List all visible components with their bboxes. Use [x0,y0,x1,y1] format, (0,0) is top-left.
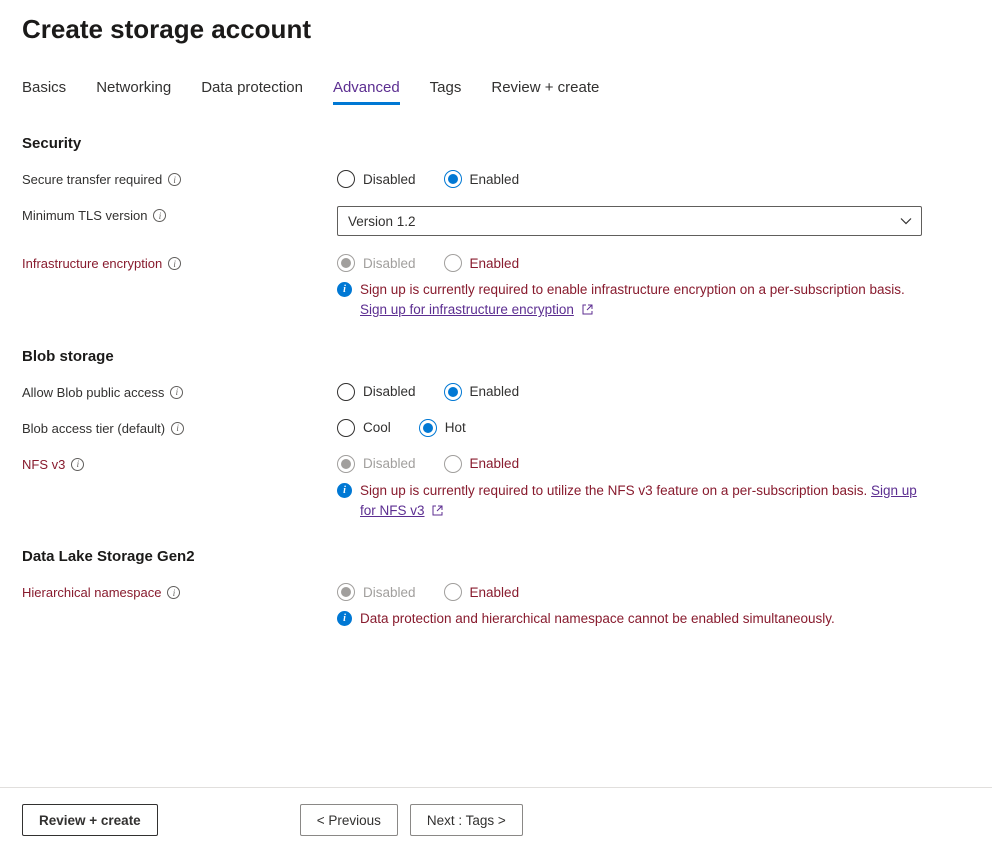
info-icon[interactable]: i [170,386,183,399]
radio-secure-transfer-enabled[interactable]: Enabled [444,170,520,188]
tab-networking[interactable]: Networking [96,73,171,105]
external-link-icon [582,301,593,321]
info-icon[interactable]: i [168,173,181,186]
previous-button[interactable]: < Previous [300,804,398,836]
radio-secure-transfer-disabled[interactable]: Disabled [337,170,416,188]
tab-bar: Basics Networking Data protection Advanc… [22,73,970,105]
label-secure-transfer: Secure transfer required [22,172,162,187]
radio-label: Enabled [470,585,520,600]
next-button[interactable]: Next : Tags > [410,804,523,836]
info-icon[interactable]: i [168,257,181,270]
radio-label: Disabled [363,384,416,399]
external-link-icon [432,502,443,522]
label-blob-public-access: Allow Blob public access [22,385,164,400]
info-text: Sign up is currently required to utilize… [360,483,871,498]
radio-label: Disabled [363,585,416,600]
info-bubble-icon: i [337,483,352,498]
label-hierarchical-namespace: Hierarchical namespace [22,585,161,600]
radio-label: Enabled [470,172,520,187]
label-blob-access-tier: Blob access tier (default) [22,421,165,436]
info-text: Data protection and hierarchical namespa… [360,609,835,629]
review-create-button[interactable]: Review + create [22,804,158,836]
radio-label: Enabled [470,256,520,271]
radio-nfs-disabled: Disabled [337,455,416,473]
select-value: Version 1.2 [348,214,416,229]
radio-label: Enabled [470,384,520,399]
radio-infra-encryption-enabled: Enabled [444,254,520,272]
label-min-tls: Minimum TLS version [22,208,147,223]
info-box-nfs: i Sign up is currently required to utili… [337,481,917,523]
info-box-infra-encryption: i Sign up is currently required to enabl… [337,280,917,322]
label-nfs-v3: NFS v3 [22,457,65,472]
radio-label: Hot [445,420,466,435]
section-header-blob: Blob storage [22,348,970,365]
section-header-security: Security [22,135,970,152]
radio-hns-enabled: Enabled [444,583,520,601]
radio-infra-encryption-disabled: Disabled [337,254,416,272]
radio-label: Disabled [363,456,416,471]
radio-nfs-enabled: Enabled [444,455,520,473]
radio-tier-hot[interactable]: Hot [419,419,466,437]
section-header-datalake: Data Lake Storage Gen2 [22,548,970,565]
tab-data-protection[interactable]: Data protection [201,73,303,105]
select-min-tls[interactable]: Version 1.2 [337,206,922,236]
radio-tier-cool[interactable]: Cool [337,419,391,437]
label-infra-encryption: Infrastructure encryption [22,256,162,271]
footer-bar: Review + create < Previous Next : Tags > [0,787,992,852]
info-icon[interactable]: i [171,422,184,435]
radio-blob-public-enabled[interactable]: Enabled [444,383,520,401]
tab-review-create[interactable]: Review + create [491,73,599,105]
radio-blob-public-disabled[interactable]: Disabled [337,383,416,401]
info-text: Sign up is currently required to enable … [360,282,905,297]
radio-label: Disabled [363,256,416,271]
link-signup-infra-encryption[interactable]: Sign up for infrastructure encryption [360,302,574,317]
radio-hns-disabled: Disabled [337,583,416,601]
tab-advanced[interactable]: Advanced [333,73,400,105]
info-box-hns: i Data protection and hierarchical names… [337,609,917,629]
info-bubble-icon: i [337,611,352,626]
info-icon[interactable]: i [153,209,166,222]
info-icon[interactable]: i [167,586,180,599]
tab-basics[interactable]: Basics [22,73,66,105]
page-title: Create storage account [22,14,970,45]
radio-label: Enabled [470,456,520,471]
info-icon[interactable]: i [71,458,84,471]
tab-tags[interactable]: Tags [430,73,462,105]
radio-label: Cool [363,420,391,435]
info-bubble-icon: i [337,282,352,297]
radio-label: Disabled [363,172,416,187]
